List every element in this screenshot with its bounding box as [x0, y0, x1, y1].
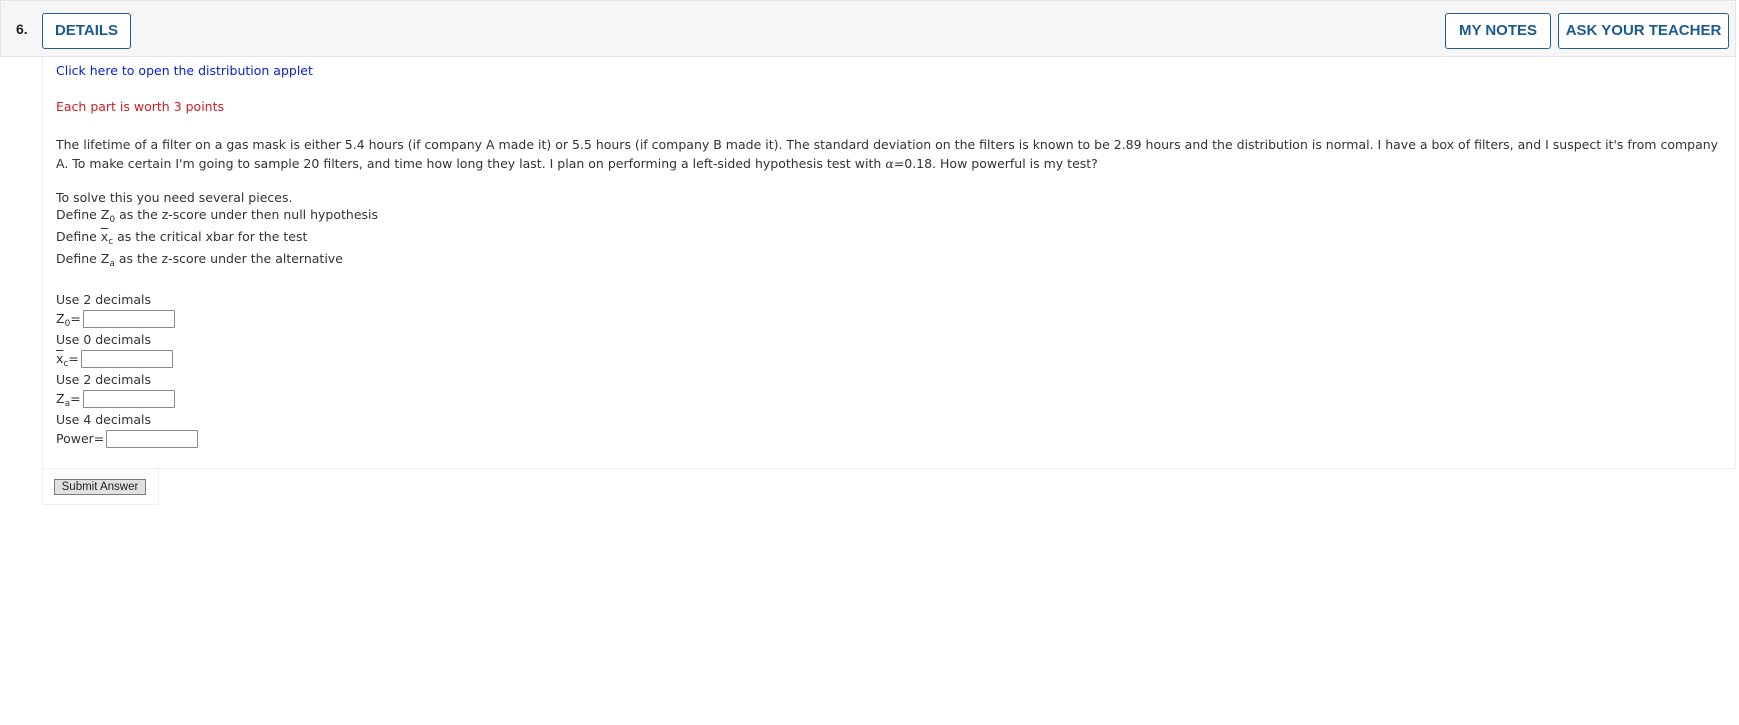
- xc-input[interactable]: [81, 350, 173, 368]
- za-description: as the z-score under the alternative: [118, 251, 343, 266]
- define-z0: Define Z0 as the z-score under then null…: [56, 207, 379, 225]
- xc-hint: Use 0 decimals: [56, 332, 152, 347]
- instructions-intro: To solve this you need several pieces.: [56, 190, 293, 205]
- za-symbol: Za: [100, 251, 115, 269]
- alpha-symbol: α: [885, 156, 894, 171]
- z0-label: Z0=: [56, 311, 81, 329]
- xc-label: xc=: [56, 351, 79, 369]
- z0-input[interactable]: [83, 310, 175, 328]
- define-prefix: Define: [56, 207, 97, 222]
- ask-your-teacher-button[interactable]: ASK YOUR TEACHER: [1558, 13, 1729, 49]
- z0-symbol: Z0: [100, 207, 116, 225]
- define-prefix: Define: [56, 229, 97, 244]
- z0-hint: Use 2 decimals: [56, 292, 152, 307]
- define-za: Define Za as the z-score under the alter…: [56, 251, 343, 269]
- question-number: 6.: [16, 21, 28, 37]
- my-notes-button[interactable]: MY NOTES: [1445, 13, 1551, 49]
- details-button[interactable]: DETAILS: [42, 13, 131, 49]
- power-hint: Use 4 decimals: [56, 412, 152, 427]
- power-label: Power=: [56, 431, 105, 446]
- submit-answer-button[interactable]: Submit Answer: [54, 479, 146, 495]
- za-label: Za=: [56, 391, 81, 409]
- xc-symbol: xc: [100, 229, 114, 247]
- za-input[interactable]: [83, 390, 175, 408]
- alpha-value: =0.18. How powerful is my test?: [893, 156, 1098, 171]
- define-xc: Define xc as the critical xbar for the t…: [56, 229, 308, 247]
- z0-description: as the z-score under then null hypothesi…: [119, 207, 379, 222]
- problem-statement: The lifetime of a filter on a gas mask i…: [56, 135, 1726, 173]
- points-note: Each part is worth 3 points: [56, 99, 225, 114]
- distribution-applet-link[interactable]: Click here to open the distribution appl…: [56, 63, 313, 78]
- define-prefix: Define: [56, 251, 97, 266]
- za-hint: Use 2 decimals: [56, 372, 152, 387]
- power-input[interactable]: [106, 430, 198, 448]
- question-header: 6. DETAILS MY NOTES ASK YOUR TEACHER: [0, 0, 1736, 57]
- xc-description: as the critical xbar for the test: [117, 229, 308, 244]
